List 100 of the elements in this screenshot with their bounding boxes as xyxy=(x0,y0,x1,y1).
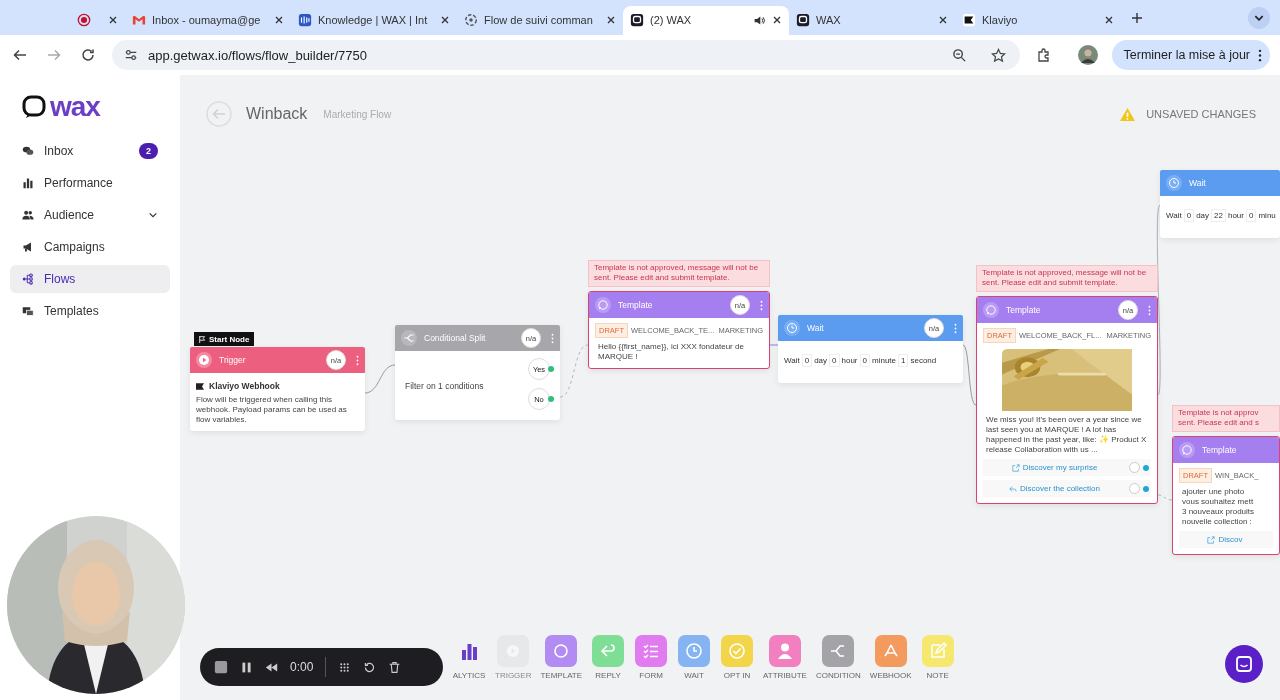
node-type-label: CONDITION xyxy=(815,671,861,680)
node-type-label: ALYTICS xyxy=(452,671,486,680)
node-type-button[interactable] xyxy=(592,635,625,667)
flow-icon xyxy=(22,273,34,285)
node-type-button[interactable] xyxy=(921,635,954,667)
browser-tab[interactable]: Flow de suivi comman xyxy=(457,5,623,35)
sidebar-item[interactable]: Flows xyxy=(10,265,170,293)
more-icon[interactable] xyxy=(1148,304,1151,316)
more-icon xyxy=(1258,48,1262,62)
node-title: Template xyxy=(1202,445,1237,455)
node-type-button[interactable] xyxy=(769,635,801,667)
new-tab-icon[interactable] xyxy=(1131,11,1143,24)
node-type-button[interactable] xyxy=(721,635,754,667)
chat-bubble-icon xyxy=(630,13,644,27)
duration-value[interactable]: 0 xyxy=(1246,209,1257,222)
duration-unit: hour xyxy=(1227,211,1244,220)
connector-line xyxy=(962,344,977,406)
close-icon[interactable] xyxy=(108,15,118,25)
site-settings-icon[interactable] xyxy=(124,48,138,62)
sidebar-item[interactable]: Inbox 2 xyxy=(10,137,170,165)
node-title: Template xyxy=(1006,305,1041,315)
people-icon xyxy=(22,209,34,221)
node-title: Wait xyxy=(807,323,824,333)
wait-label: Wait xyxy=(784,356,800,365)
bar-chart-icon xyxy=(22,177,34,189)
node-type-button[interactable] xyxy=(678,635,711,667)
megaphone-icon xyxy=(22,241,34,253)
node-type-button[interactable] xyxy=(635,635,668,667)
duration-unit: minute xyxy=(872,356,896,365)
connector-line xyxy=(364,364,396,394)
chat-icon xyxy=(22,145,34,157)
sidebar-item[interactable]: Audience xyxy=(10,201,170,229)
close-icon[interactable] xyxy=(440,15,450,25)
browser-tab[interactable]: Knowledge | WAX | Int xyxy=(291,5,457,35)
duration-unit: day xyxy=(814,356,828,365)
record-icon xyxy=(77,13,91,27)
browser-tab[interactable]: WAX xyxy=(789,5,955,35)
port-dot[interactable] xyxy=(1143,464,1149,471)
mail-icon xyxy=(132,13,146,27)
tab-title: Flow de suivi comman xyxy=(484,14,594,26)
node-type-label: TRIGGER xyxy=(495,671,532,680)
sidebar-item[interactable]: Campaigns xyxy=(10,233,170,261)
duration-value[interactable]: 1 xyxy=(898,354,909,367)
duration-value[interactable]: 0 xyxy=(859,354,870,367)
restart-icon[interactable] xyxy=(363,660,377,674)
update-button[interactable]: Terminer la mise à jour xyxy=(1111,40,1270,70)
node-title: Trigger xyxy=(219,355,246,365)
duration-unit: minu xyxy=(1258,211,1276,220)
duration-unit: hour xyxy=(841,356,858,365)
play-icon xyxy=(196,352,212,368)
duration-value[interactable]: 0 xyxy=(829,354,840,367)
flow-node[interactable] xyxy=(976,296,1158,504)
sidebar-item[interactable]: Performance xyxy=(10,169,170,197)
sidebar-item[interactable]: Templates xyxy=(10,297,170,325)
close-icon[interactable] xyxy=(772,15,782,25)
star-icon[interactable] xyxy=(988,47,1008,63)
warning-icon xyxy=(1119,106,1137,122)
chat-button[interactable] xyxy=(1225,645,1263,683)
pause-icon[interactable] xyxy=(240,660,253,674)
port-dot[interactable] xyxy=(1143,485,1149,492)
close-icon[interactable] xyxy=(1104,15,1114,25)
avatar-icon[interactable] xyxy=(1077,45,1098,65)
address-bar[interactable]: app.getwax.io/flows/flow_builder/7750 xyxy=(112,40,1020,70)
node-type-button[interactable] xyxy=(545,635,578,667)
close-icon[interactable] xyxy=(606,15,616,25)
close-icon[interactable] xyxy=(938,15,948,25)
wait-label: Wait xyxy=(1166,211,1182,220)
browser-tab[interactable]: (2) WAX xyxy=(623,5,789,35)
tab-title: Inbox - oumayma@ge xyxy=(152,14,262,26)
grid-icon xyxy=(298,13,312,27)
connector-line xyxy=(769,344,779,346)
port-dot[interactable] xyxy=(548,366,554,372)
duration-value[interactable]: 0 xyxy=(1183,209,1195,222)
rewind-icon[interactable] xyxy=(265,660,278,674)
stop-icon[interactable] xyxy=(214,660,228,674)
node-type-label: TEMPLATE xyxy=(540,671,583,680)
chevron-down-icon[interactable] xyxy=(1248,6,1270,29)
node-type-button[interactable] xyxy=(822,635,855,667)
flow-title: Winback xyxy=(246,105,308,123)
node-type-label: OPT IN xyxy=(723,671,751,680)
close-icon[interactable] xyxy=(274,15,284,25)
node-title: Conditional Split xyxy=(424,333,486,343)
more-icon[interactable] xyxy=(760,299,763,311)
chevron-down-icon[interactable] xyxy=(148,210,158,220)
browser-tab[interactable]: Klaviyo xyxy=(955,5,1121,35)
trash-icon[interactable] xyxy=(388,660,402,674)
duration-value[interactable]: 0 xyxy=(801,354,813,367)
node-type-button[interactable] xyxy=(874,635,907,667)
node-type-label: REPLY xyxy=(595,671,621,680)
more-icon[interactable] xyxy=(356,354,359,366)
flow-node[interactable]: Wait Wait 0 day 22 hour 0 minu xyxy=(1160,170,1280,238)
duration-value[interactable]: 22 xyxy=(1211,209,1226,222)
flag-icon xyxy=(962,13,976,27)
message-text: ajouter une photo vous souhaitez mett 3 nouveaux produits nouvelle collection : xyxy=(1181,487,1256,527)
grid-icon[interactable] xyxy=(338,660,352,674)
browser-tab[interactable]: Inbox - oumayma@ge xyxy=(125,5,291,35)
port-dot[interactable] xyxy=(548,396,554,402)
chat-icon xyxy=(1234,654,1254,674)
more-icon[interactable] xyxy=(954,322,957,334)
flag-icon xyxy=(199,335,206,343)
